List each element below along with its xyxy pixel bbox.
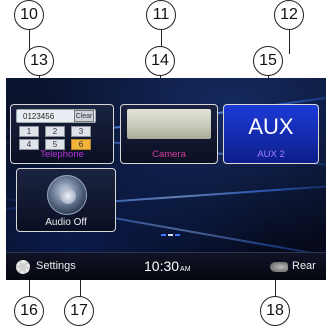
callout-15: 15: [253, 46, 283, 76]
clock-time: 10:30: [144, 258, 180, 274]
phone-number: 0123456: [23, 111, 55, 121]
rear-button[interactable]: Rear: [292, 260, 316, 272]
clear-button[interactable]: Clear: [74, 110, 94, 122]
settings-button[interactable]: Settings: [36, 260, 76, 272]
rear-camera-icon: [127, 109, 211, 139]
head-unit-screen: 0123456 Clear 1 2 3 4 5 6 Telephone Came…: [6, 78, 326, 280]
rear-speaker-icon[interactable]: [270, 262, 288, 272]
aux-big-label: AUX: [248, 114, 294, 139]
camera-tile[interactable]: Camera: [120, 104, 218, 164]
telephone-tile[interactable]: 0123456 Clear 1 2 3 4 5 6 Telephone: [10, 104, 114, 164]
callout-18: 18: [260, 296, 290, 326]
audio-off-label: Audio Off: [45, 217, 87, 228]
audio-knob-icon: [47, 175, 87, 215]
callout-11: 11: [146, 0, 176, 30]
callout-13: 13: [24, 46, 54, 76]
callout-12: 12: [274, 0, 304, 30]
gear-icon[interactable]: [16, 260, 30, 274]
callout-17: 17: [64, 296, 94, 326]
key-1[interactable]: 1: [19, 126, 39, 137]
bottom-bar: Settings 10:30AM Rear: [6, 252, 326, 280]
camera-label: Camera: [152, 149, 186, 160]
audio-off-tile[interactable]: Audio Off: [16, 168, 116, 232]
callout-10: 10: [14, 0, 44, 30]
clock: 10:30AM: [144, 258, 191, 274]
callout-14: 14: [145, 46, 175, 76]
key-3[interactable]: 3: [71, 126, 91, 137]
aux-label: AUX 2: [257, 149, 285, 160]
page-indicator: [161, 234, 180, 236]
aux-tile[interactable]: AUX AUX 2: [223, 104, 319, 164]
clock-ampm: AM: [180, 266, 191, 273]
key-2[interactable]: 2: [45, 126, 65, 137]
callout-16: 16: [14, 296, 44, 326]
telephone-label: Telephone: [40, 149, 84, 160]
